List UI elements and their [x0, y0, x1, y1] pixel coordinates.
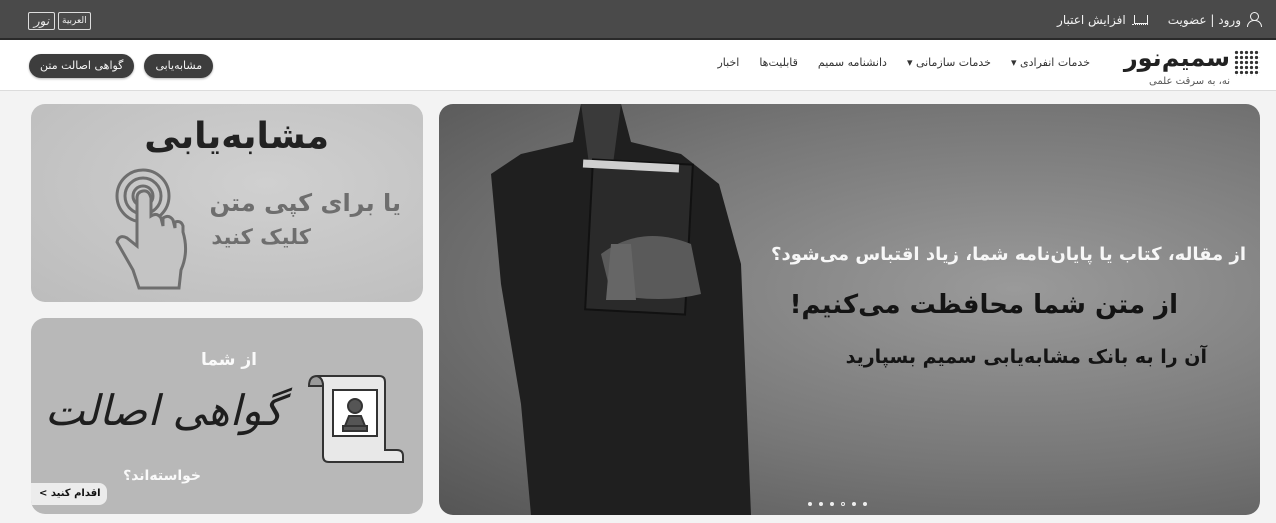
similarity-card-title: مشابه‌یابی: [144, 116, 329, 157]
top-bar: نور العربیة ورود | عضویت افزایش اعتبار: [0, 0, 1276, 40]
nav-item-news[interactable]: اخبار: [717, 56, 739, 69]
brand-tagline: نه، به سرقت علمی: [1149, 76, 1230, 87]
certificate-card[interactable]: از شما گواهی اصالت متن خواسته‌اند؟ اقدام…: [31, 318, 423, 514]
user-icon: [1247, 12, 1262, 27]
certificate-card-question: خواسته‌اند؟: [123, 468, 201, 484]
certificate-card-title: گواهی اصالت متن: [31, 386, 283, 435]
slider-dots: [808, 502, 867, 506]
slider-dot-active[interactable]: [841, 502, 845, 506]
brand-logo[interactable]: سمیم‌نور نه، به سرقت علمی: [1120, 44, 1260, 88]
similarity-card-line1: یا برای کپی متن: [209, 189, 401, 217]
take-action-button[interactable]: اقدام کنید >: [31, 483, 107, 505]
nav-links: خدمات انفرادی ▾ خدمات سازمانی ▾ دانشنامه…: [717, 56, 1090, 69]
login-link[interactable]: ورود | عضویت: [1168, 13, 1241, 27]
similarity-card[interactable]: مشابه‌یابی یا برای کپی متن کلیک کنید: [31, 104, 423, 302]
slider-dot[interactable]: [819, 502, 823, 506]
nav-buttons: گواهی اصالت متن مشابه‌یابی: [29, 54, 214, 78]
arabic-language-link[interactable]: العربیة: [58, 12, 91, 30]
brand-name: سمیم‌نور: [1123, 44, 1230, 72]
certificate-scroll-icon: [307, 374, 404, 463]
dot-grid-logo-icon: [1234, 50, 1260, 76]
certificate-card-from-you: از شما: [200, 350, 257, 370]
cart-icon[interactable]: [1131, 13, 1148, 27]
hero-headline-protect: از متن شما محافظت می‌کنیم!: [789, 290, 1178, 320]
nav-item-individual-services[interactable]: خدمات انفرادی ▾: [1011, 56, 1090, 69]
slider-dot[interactable]: [863, 502, 867, 506]
slider-dot[interactable]: [852, 502, 856, 506]
nav-item-organizational-services[interactable]: خدمات سازمانی ▾: [907, 56, 991, 69]
similarity-card-line2: کلیک کنید: [211, 225, 311, 249]
account-links: ورود | عضویت افزایش اعتبار: [1057, 12, 1262, 27]
top-logos: نور العربیة: [28, 12, 91, 30]
slider-dot[interactable]: [830, 502, 834, 506]
hero-headline-cta: آن را به بانک مشابه‌یابی سمیم بسپارید: [845, 346, 1207, 368]
slider-dot[interactable]: [808, 502, 812, 506]
certificate-button[interactable]: گواهی اصالت متن: [29, 54, 135, 78]
main-nav: سمیم‌نور نه، به سرقت علمی خدمات انفرادی …: [0, 40, 1276, 91]
nav-item-features[interactable]: قابلیت‌ها: [759, 56, 798, 69]
hero-slider[interactable]: از مقاله، کتاب یا پایان‌نامه شما، زیاد ا…: [439, 104, 1260, 515]
similarity-button[interactable]: مشابه‌یابی: [144, 54, 214, 78]
nav-item-encyclopedia[interactable]: دانشنامه سمیم: [818, 56, 887, 69]
tap-finger-icon: [115, 168, 188, 290]
hero-headline-question: از مقاله، کتاب یا پایان‌نامه شما، زیاد ا…: [771, 244, 1246, 265]
page: نور العربیة ورود | عضویت افزایش اعتبار س…: [0, 0, 1276, 523]
increase-credit-link[interactable]: افزایش اعتبار: [1057, 13, 1126, 27]
noor-logo[interactable]: نور: [28, 12, 55, 30]
person-holding-book-image: [491, 104, 751, 515]
